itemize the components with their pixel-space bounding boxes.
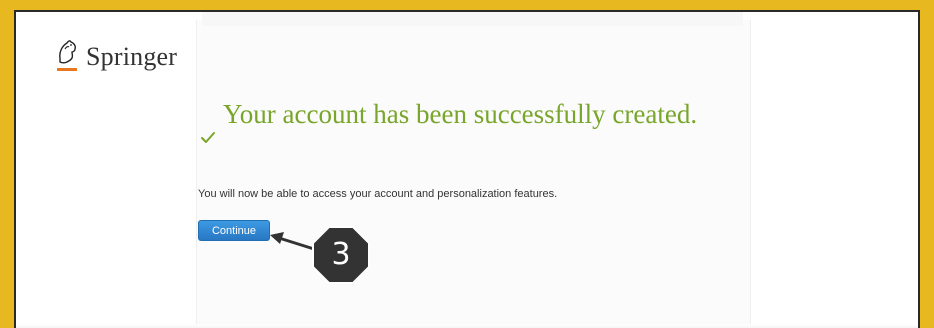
springer-horse-icon	[57, 40, 77, 71]
success-message: You will now be able to access your acco…	[198, 188, 558, 200]
continue-button[interactable]: Continue	[198, 220, 270, 241]
springer-logo[interactable]: Springer	[54, 40, 177, 74]
content-panel-header	[202, 12, 743, 26]
step-callout-badge: 3	[312, 226, 370, 284]
brand-name: Springer	[86, 42, 178, 71]
success-heading: Your account has been successfully creat…	[223, 99, 698, 129]
bottom-edge	[16, 324, 918, 328]
screenshot-frame: Springer Your account has been successfu…	[14, 10, 920, 328]
step-number: 3	[331, 237, 351, 272]
content-panel	[196, 20, 751, 328]
checkmark-icon	[201, 132, 215, 143]
